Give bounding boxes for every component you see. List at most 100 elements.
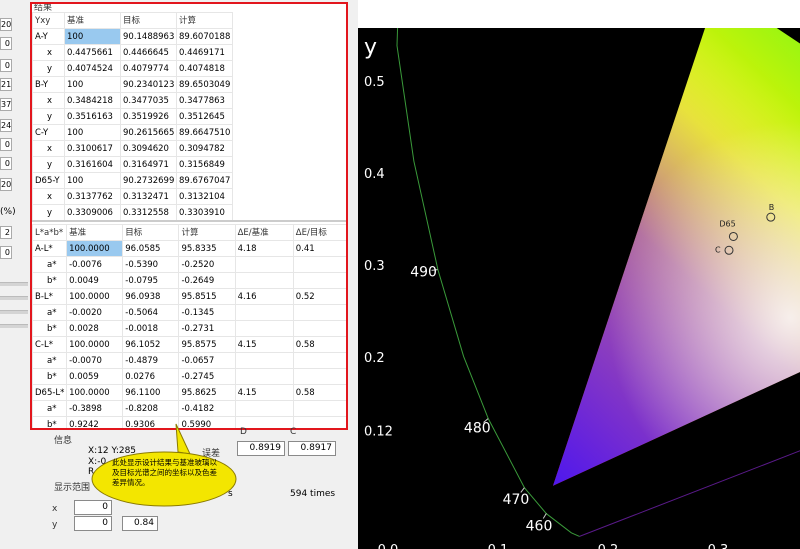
table-cell[interactable]: 89.6070188 bbox=[176, 28, 233, 45]
table-cell[interactable]: 0.3512645 bbox=[176, 108, 233, 125]
table-cell[interactable]: 0.0059 bbox=[66, 368, 124, 385]
table-cell[interactable]: 0.3100617 bbox=[64, 140, 121, 157]
table-row[interactable]: D65-L* 100.0000 96.1100 95.8625 4.15 0.58 bbox=[32, 384, 346, 401]
table-cell[interactable]: 0.3164971 bbox=[120, 156, 177, 173]
table-cell[interactable]: -0.0018 bbox=[122, 320, 180, 337]
table-cell[interactable]: 0.58 bbox=[292, 384, 346, 401]
table-cell[interactable]: 0.4466645 bbox=[120, 44, 177, 61]
table-row[interactable]: x 0.3137762 0.3132471 0.3132104 bbox=[32, 188, 233, 205]
table-cell[interactable] bbox=[292, 368, 346, 385]
table-row[interactable]: a* -0.0070 -0.4879 -0.0657 bbox=[32, 352, 346, 369]
table-cell[interactable]: 0.4074818 bbox=[176, 60, 233, 77]
table-cell[interactable]: 0.4469171 bbox=[176, 44, 233, 61]
table-row[interactable]: B-Y 100 90.2340123 89.6503049 bbox=[32, 76, 233, 93]
table-cell[interactable]: 0.3161604 bbox=[64, 156, 121, 173]
table-cell[interactable] bbox=[234, 272, 294, 289]
table-cell[interactable]: 0.4074524 bbox=[64, 60, 121, 77]
table-row[interactable]: A-L* 100.0000 96.0585 95.8335 4.18 0.41 bbox=[32, 240, 346, 257]
table-cell[interactable]: -0.5064 bbox=[122, 304, 180, 321]
table-cell[interactable]: 100 bbox=[64, 172, 121, 189]
table-cell[interactable]: 89.6503049 bbox=[176, 76, 233, 93]
table-cell[interactable]: 0.3132471 bbox=[120, 188, 177, 205]
table-row[interactable]: A-Y 100 90.1488963 89.6070188 bbox=[32, 28, 233, 45]
left-value-box[interactable]: 20 bbox=[0, 18, 12, 31]
table-row[interactable]: a* -0.3898 -0.8208 -0.4182 bbox=[32, 400, 346, 417]
table-row[interactable]: B-L* 100.0000 96.0938 95.8515 4.16 0.52 bbox=[32, 288, 346, 305]
table-cell[interactable]: 0.3303910 bbox=[176, 204, 233, 221]
table-cell[interactable]: 96.1100 bbox=[122, 384, 180, 401]
table-cell[interactable]: -0.1345 bbox=[178, 304, 236, 321]
table-cell[interactable]: 0.3156849 bbox=[176, 156, 233, 173]
table-cell[interactable]: 90.1488963 bbox=[120, 28, 177, 45]
table-cell[interactable]: 90.2732699 bbox=[120, 172, 177, 189]
table-cell[interactable]: 90.2340123 bbox=[120, 76, 177, 93]
left-value-box[interactable]: 0 bbox=[0, 157, 12, 170]
table-row[interactable]: b* 0.0028 -0.0018 -0.2731 bbox=[32, 320, 346, 337]
table-cell[interactable]: 0.3309006 bbox=[64, 204, 121, 221]
table-cell[interactable]: 100.0000 bbox=[66, 240, 124, 257]
table-cell[interactable] bbox=[234, 304, 294, 321]
table-cell[interactable]: 0.4475661 bbox=[64, 44, 121, 61]
table-cell[interactable]: 0.0028 bbox=[66, 320, 124, 337]
table-cell[interactable]: 100.0000 bbox=[66, 288, 124, 305]
table-cell[interactable]: 0.3519926 bbox=[120, 108, 177, 125]
table-cell[interactable]: 96.0585 bbox=[122, 240, 180, 257]
table-cell[interactable]: 4.15 bbox=[234, 336, 294, 353]
table-row[interactable]: x 0.4475661 0.4466645 0.4469171 bbox=[32, 44, 233, 61]
left-value-box[interactable]: 0 bbox=[0, 37, 12, 50]
table-cell[interactable]: 0.3094620 bbox=[120, 140, 177, 157]
table-cell[interactable]: 0.3132104 bbox=[176, 188, 233, 205]
table-cell[interactable]: 100 bbox=[64, 28, 121, 45]
table-cell[interactable]: 100 bbox=[64, 124, 121, 141]
table-cell[interactable] bbox=[234, 368, 294, 385]
left-value-box[interactable]: 37 bbox=[0, 98, 12, 111]
table-row[interactable]: b* 0.0059 0.0276 -0.2745 bbox=[32, 368, 346, 385]
table-cell[interactable]: 89.6647510 bbox=[176, 124, 233, 141]
table-row[interactable]: D65-Y 100 90.2732699 89.6767047 bbox=[32, 172, 233, 189]
table-row[interactable]: a* -0.0076 -0.5390 -0.2520 bbox=[32, 256, 346, 273]
table-cell[interactable]: -0.2520 bbox=[178, 256, 236, 273]
table-row[interactable]: C-L* 100.0000 96.1052 95.8575 4.15 0.58 bbox=[32, 336, 346, 353]
left-value-box[interactable]: 24 bbox=[0, 119, 12, 132]
table-cell[interactable] bbox=[234, 400, 294, 417]
table-cell[interactable]: 0.0049 bbox=[66, 272, 124, 289]
table-cell[interactable]: 100 bbox=[64, 76, 121, 93]
table-cell[interactable] bbox=[292, 400, 346, 417]
table-cell[interactable]: 0.3137762 bbox=[64, 188, 121, 205]
table-cell[interactable]: 4.18 bbox=[234, 240, 294, 257]
left-value-box[interactable]: 0 bbox=[0, 59, 12, 72]
table-cell[interactable]: -0.3898 bbox=[66, 400, 124, 417]
table-cell[interactable]: -0.2649 bbox=[178, 272, 236, 289]
table-cell[interactable] bbox=[234, 256, 294, 273]
table-cell[interactable] bbox=[292, 352, 346, 369]
table-row[interactable]: a* -0.0020 -0.5064 -0.1345 bbox=[32, 304, 346, 321]
table-cell[interactable]: 4.15 bbox=[234, 384, 294, 401]
table-cell[interactable] bbox=[234, 320, 294, 337]
table-cell[interactable]: -0.8208 bbox=[122, 400, 180, 417]
table-cell[interactable]: 0.3477863 bbox=[176, 92, 233, 109]
table-cell[interactable]: 89.6767047 bbox=[176, 172, 233, 189]
table-cell[interactable]: 0.0276 bbox=[122, 368, 180, 385]
left-value-box[interactable]: 0 bbox=[0, 246, 12, 259]
table-cell[interactable]: -0.4182 bbox=[178, 400, 236, 417]
table-cell[interactable]: 0.3516163 bbox=[64, 108, 121, 125]
table-cell[interactable]: 0.4079774 bbox=[120, 60, 177, 77]
left-value-box[interactable]: 0 bbox=[0, 138, 12, 151]
table-cell[interactable]: -0.0020 bbox=[66, 304, 124, 321]
table-row[interactable]: y 0.3309006 0.3312558 0.3303910 bbox=[32, 204, 233, 221]
table-cell[interactable]: 100.0000 bbox=[66, 336, 124, 353]
table-cell[interactable]: -0.0795 bbox=[122, 272, 180, 289]
table-cell[interactable]: 90.2615665 bbox=[120, 124, 177, 141]
table-cell[interactable] bbox=[292, 256, 346, 273]
table-cell[interactable]: -0.4879 bbox=[122, 352, 180, 369]
table-cell[interactable]: 4.16 bbox=[234, 288, 294, 305]
table-cell[interactable]: 0.58 bbox=[292, 336, 346, 353]
table-row[interactable]: y 0.3161604 0.3164971 0.3156849 bbox=[32, 156, 233, 173]
table-cell[interactable] bbox=[292, 416, 346, 428]
table-cell[interactable]: 96.1052 bbox=[122, 336, 180, 353]
range-y-max-input[interactable]: 0.84 bbox=[122, 516, 158, 531]
table-cell[interactable]: -0.2731 bbox=[178, 320, 236, 337]
table-divider[interactable] bbox=[32, 220, 346, 222]
range-y-min-input[interactable]: 0 bbox=[74, 516, 112, 531]
table-row[interactable]: x 0.3484218 0.3477035 0.3477863 bbox=[32, 92, 233, 109]
